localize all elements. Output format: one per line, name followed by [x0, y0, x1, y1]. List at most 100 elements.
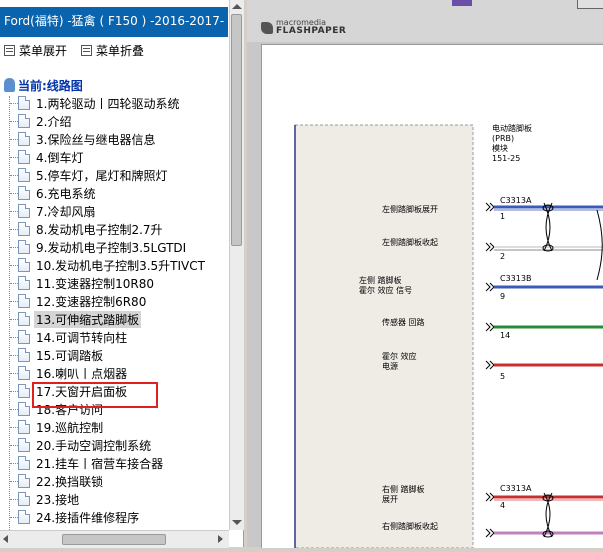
tree-item[interactable]: 7.冷却风扇 [18, 202, 95, 220]
tree-item[interactable]: 16.喇叭丨点烟器 [18, 364, 127, 382]
tree-item-label: 24.接插件维修程序 [36, 510, 140, 525]
module-sub1: (PRB) [492, 134, 514, 143]
tree-guide-line [10, 301, 18, 302]
tree-item[interactable]: 9.发动机电子控制3.5LGTDI [18, 238, 186, 256]
tree-item-label: 14.可调节转向柱 [36, 330, 128, 345]
tree-item[interactable]: 1.两轮驱动丨四轮驱动系统 [18, 94, 179, 112]
toolbar-marker [452, 0, 472, 6]
book-icon [4, 78, 15, 92]
tree-item[interactable]: 3.保险丝与继电器信息 [18, 130, 155, 148]
document-icon [18, 240, 30, 254]
tree-guide-line [10, 175, 18, 176]
module-sub2: 模块 [492, 143, 508, 153]
tree-item[interactable]: 4.倒车灯 [18, 148, 83, 166]
tree-guide-line [10, 283, 18, 284]
wire-pin-14 [485, 322, 603, 332]
tree-guide-line [10, 391, 18, 392]
tree-item[interactable]: 10.发动机电子控制3.5升TIVCT [18, 256, 205, 274]
document-icon [18, 222, 30, 236]
document-icon [18, 384, 30, 398]
diagram-page[interactable]: 电动踏脚板 (PRB) 模块 151-25 C3313A C3313B C331… [261, 44, 603, 549]
tree-horizontal-scrollbar[interactable] [0, 530, 229, 548]
collapse-menu-label: 菜单折叠 [96, 43, 145, 58]
tree-item-label: 15.可调踏板 [36, 348, 104, 363]
document-icon [18, 204, 30, 218]
document-icon [18, 474, 30, 488]
signal-label: 右侧 踏脚板 [382, 484, 425, 494]
tree-item[interactable]: 24.接插件维修程序 [18, 508, 139, 526]
tree-guide-line [10, 139, 18, 140]
document-icon [18, 330, 30, 344]
tree-item[interactable]: 20.手动空调控制系统 [18, 436, 151, 454]
connector-label: C3313A [500, 196, 532, 205]
tree-guide-line [10, 355, 18, 356]
document-icon [18, 312, 30, 326]
tree-item[interactable]: 14.可调节转向柱 [18, 328, 127, 346]
horizontal-scroll-thumb[interactable] [62, 534, 166, 545]
scroll-down-icon[interactable] [232, 520, 242, 525]
pin-number: 1 [500, 212, 505, 221]
tree-item-label: 7.冷却风扇 [36, 204, 96, 219]
viewer-toolbar: macromedia FLASHPAPER [247, 0, 603, 42]
connector-label: C3313B [500, 274, 531, 283]
signal-label: 霍尔 效应 [382, 351, 417, 361]
tree-guide-line [10, 445, 18, 446]
tree-item-label: 8.发动机电子控制2.7升 [36, 222, 163, 237]
pin-number: 14 [500, 331, 510, 340]
tree-item-label: 5.停车灯，尾灯和牌照灯 [36, 168, 168, 183]
menu-icon [4, 44, 15, 56]
flashpaper-icon [261, 21, 273, 34]
signal-label: 左侧踏脚板收起 [382, 237, 438, 247]
document-icon [18, 366, 30, 380]
tree-guide-line [10, 121, 18, 122]
document-icon [18, 168, 30, 182]
signal-label: 展开 [382, 495, 398, 504]
expand-menu-label: 菜单展开 [19, 43, 68, 58]
toolbar-button[interactable] [577, 0, 603, 9]
tree-guide-line [10, 157, 18, 158]
collapse-menu-button[interactable]: 菜单折叠 [81, 42, 144, 59]
tree-item-label: 20.手动空调控制系统 [36, 438, 152, 453]
document-icon [18, 420, 30, 434]
tree-root[interactable]: 当前:线路图 [4, 76, 83, 94]
tree-guide-line [10, 517, 18, 518]
tree-root-label: 当前:线路图 [18, 78, 83, 93]
expand-menu-button[interactable]: 菜单展开 [4, 42, 67, 59]
tree-guide-line [10, 463, 18, 464]
document-icon [18, 492, 30, 506]
scroll-left-icon[interactable] [3, 535, 8, 543]
tree-item[interactable]: 22.换挡联锁 [18, 472, 103, 490]
tree-item[interactable]: 23.接地 [18, 490, 79, 508]
tree-guide-line [10, 481, 18, 482]
tree-item[interactable]: 11.变速器控制10R80 [18, 274, 154, 292]
tree-item[interactable]: 19.巡航控制 [18, 418, 103, 436]
pin-number: 4 [500, 501, 505, 510]
tree-item[interactable]: 2.介绍 [18, 112, 71, 130]
tree-item[interactable]: 13.可伸缩式踏脚板 [18, 310, 142, 328]
tree-item-label: 6.充电系统 [36, 186, 96, 201]
tree-item[interactable]: 21.挂车丨宿营车接合器 [18, 454, 163, 472]
tree-item[interactable]: 15.可调踏板 [18, 346, 103, 364]
tree-item[interactable]: 8.发动机电子控制2.7升 [18, 220, 163, 238]
scroll-right-icon[interactable] [218, 535, 223, 543]
selection-highlight-box [32, 382, 158, 408]
tree-item-label: 2.介绍 [36, 114, 72, 129]
tree-item[interactable]: 12.变速器控制6R80 [18, 292, 146, 310]
tree-item[interactable]: 6.充电系统 [18, 184, 95, 202]
document-icon [18, 186, 30, 200]
module-title: 电动踏脚板 [492, 123, 532, 133]
tree-guide-line [10, 319, 18, 320]
tree-item-label: 11.变速器控制10R80 [36, 276, 154, 291]
tree-item[interactable]: 5.停车灯，尾灯和牌照灯 [18, 166, 167, 184]
document-icon [18, 456, 30, 470]
twisted-pair-right-edge [596, 209, 603, 281]
tree-vertical-scrollbar[interactable] [229, 0, 244, 530]
tree-item-label: 1.两轮驱动丨四轮驱动系统 [36, 96, 180, 111]
vertical-scroll-thumb[interactable] [231, 14, 242, 246]
navigation-pane: Ford(福特) -猛禽 ( F150 ) -2016-2017- 线 菜单展开… [0, 0, 244, 548]
scroll-up-icon[interactable] [232, 4, 242, 9]
tree-item-label: 13.可伸缩式踏脚板 [34, 310, 142, 328]
toc-tree: 当前:线路图 1.两轮驱动丨四轮驱动系统 2.介绍 3.保险丝与继电器信息 4.倒车灯… [0, 76, 229, 530]
signal-label: 霍尔 效应 信号 [359, 285, 412, 295]
document-viewer: macromedia FLASHPAPER 电动踏脚板 (PRB) 模块 151… [247, 0, 603, 549]
